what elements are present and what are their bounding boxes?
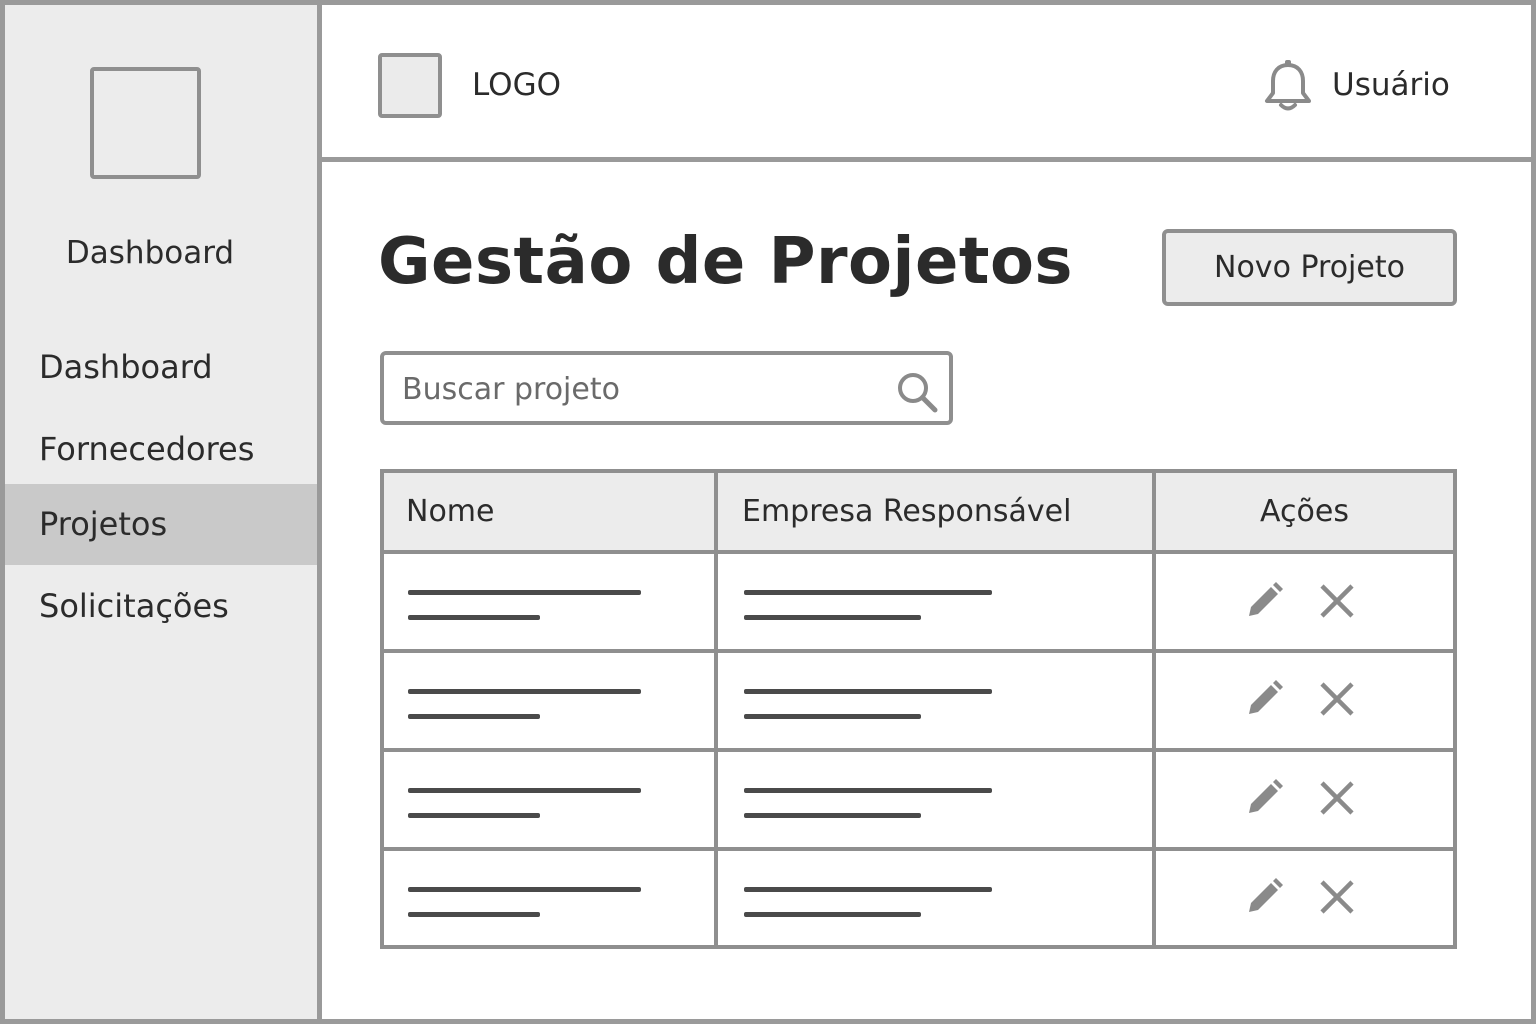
sidebar-logo-placeholder xyxy=(90,67,201,179)
projects-table: Nome Empresa Responsável Ações xyxy=(380,469,1457,949)
column-header-empresa[interactable]: Empresa Responsável xyxy=(742,473,1071,550)
text-placeholder-line xyxy=(744,689,992,694)
sidebar: Dashboard Dashboard Fornecedores Projeto… xyxy=(5,5,322,1019)
logo-image-placeholder xyxy=(378,53,442,118)
text-placeholder-line xyxy=(744,714,921,719)
text-placeholder-line xyxy=(744,788,992,793)
column-header-nome[interactable]: Nome xyxy=(406,473,494,550)
page-title: Gestão de Projetos xyxy=(378,225,1073,299)
sidebar-brand: Dashboard xyxy=(65,235,235,271)
text-placeholder-line xyxy=(744,887,992,892)
pencil-icon[interactable] xyxy=(1244,679,1284,719)
top-header: LOGO Usuário xyxy=(322,5,1531,162)
logo-text: LOGO xyxy=(472,67,561,103)
table-row[interactable] xyxy=(384,752,1453,851)
sidebar-item-projetos[interactable]: Projetos xyxy=(5,484,317,565)
table-row[interactable] xyxy=(384,851,1453,950)
pencil-icon[interactable] xyxy=(1244,877,1284,917)
user-menu[interactable]: Usuário xyxy=(1332,67,1450,103)
text-placeholder-line xyxy=(744,912,921,917)
bell-icon[interactable] xyxy=(1262,59,1314,113)
close-icon[interactable] xyxy=(1317,581,1357,621)
text-placeholder-line xyxy=(744,615,921,620)
sidebar-item-solicitacoes[interactable]: Solicitações xyxy=(5,566,317,647)
sidebar-item-dashboard[interactable]: Dashboard xyxy=(5,327,317,408)
search-input[interactable] xyxy=(402,365,882,413)
close-icon[interactable] xyxy=(1317,679,1357,719)
text-placeholder-line xyxy=(408,590,641,595)
text-placeholder-line xyxy=(408,689,641,694)
text-placeholder-line xyxy=(408,615,540,620)
table-row[interactable] xyxy=(384,653,1453,752)
column-header-acoes: Ações xyxy=(1260,494,1349,529)
search-icon[interactable] xyxy=(894,369,940,415)
text-placeholder-line xyxy=(408,813,540,818)
new-project-button[interactable]: Novo Projeto xyxy=(1162,229,1457,306)
text-placeholder-line xyxy=(408,788,641,793)
pencil-icon[interactable] xyxy=(1244,778,1284,818)
close-icon[interactable] xyxy=(1317,877,1357,917)
text-placeholder-line xyxy=(744,590,992,595)
close-icon[interactable] xyxy=(1317,778,1357,818)
app-window: Dashboard Dashboard Fornecedores Projeto… xyxy=(0,0,1536,1024)
table-row[interactable] xyxy=(384,554,1453,653)
text-placeholder-line xyxy=(744,813,921,818)
text-placeholder-line xyxy=(408,714,540,719)
sidebar-item-fornecedores[interactable]: Fornecedores xyxy=(5,409,317,490)
search-box xyxy=(380,351,953,425)
text-placeholder-line xyxy=(408,912,540,917)
text-placeholder-line xyxy=(408,887,641,892)
table-header: Nome Empresa Responsável Ações xyxy=(384,473,1453,554)
pencil-icon[interactable] xyxy=(1244,581,1284,621)
